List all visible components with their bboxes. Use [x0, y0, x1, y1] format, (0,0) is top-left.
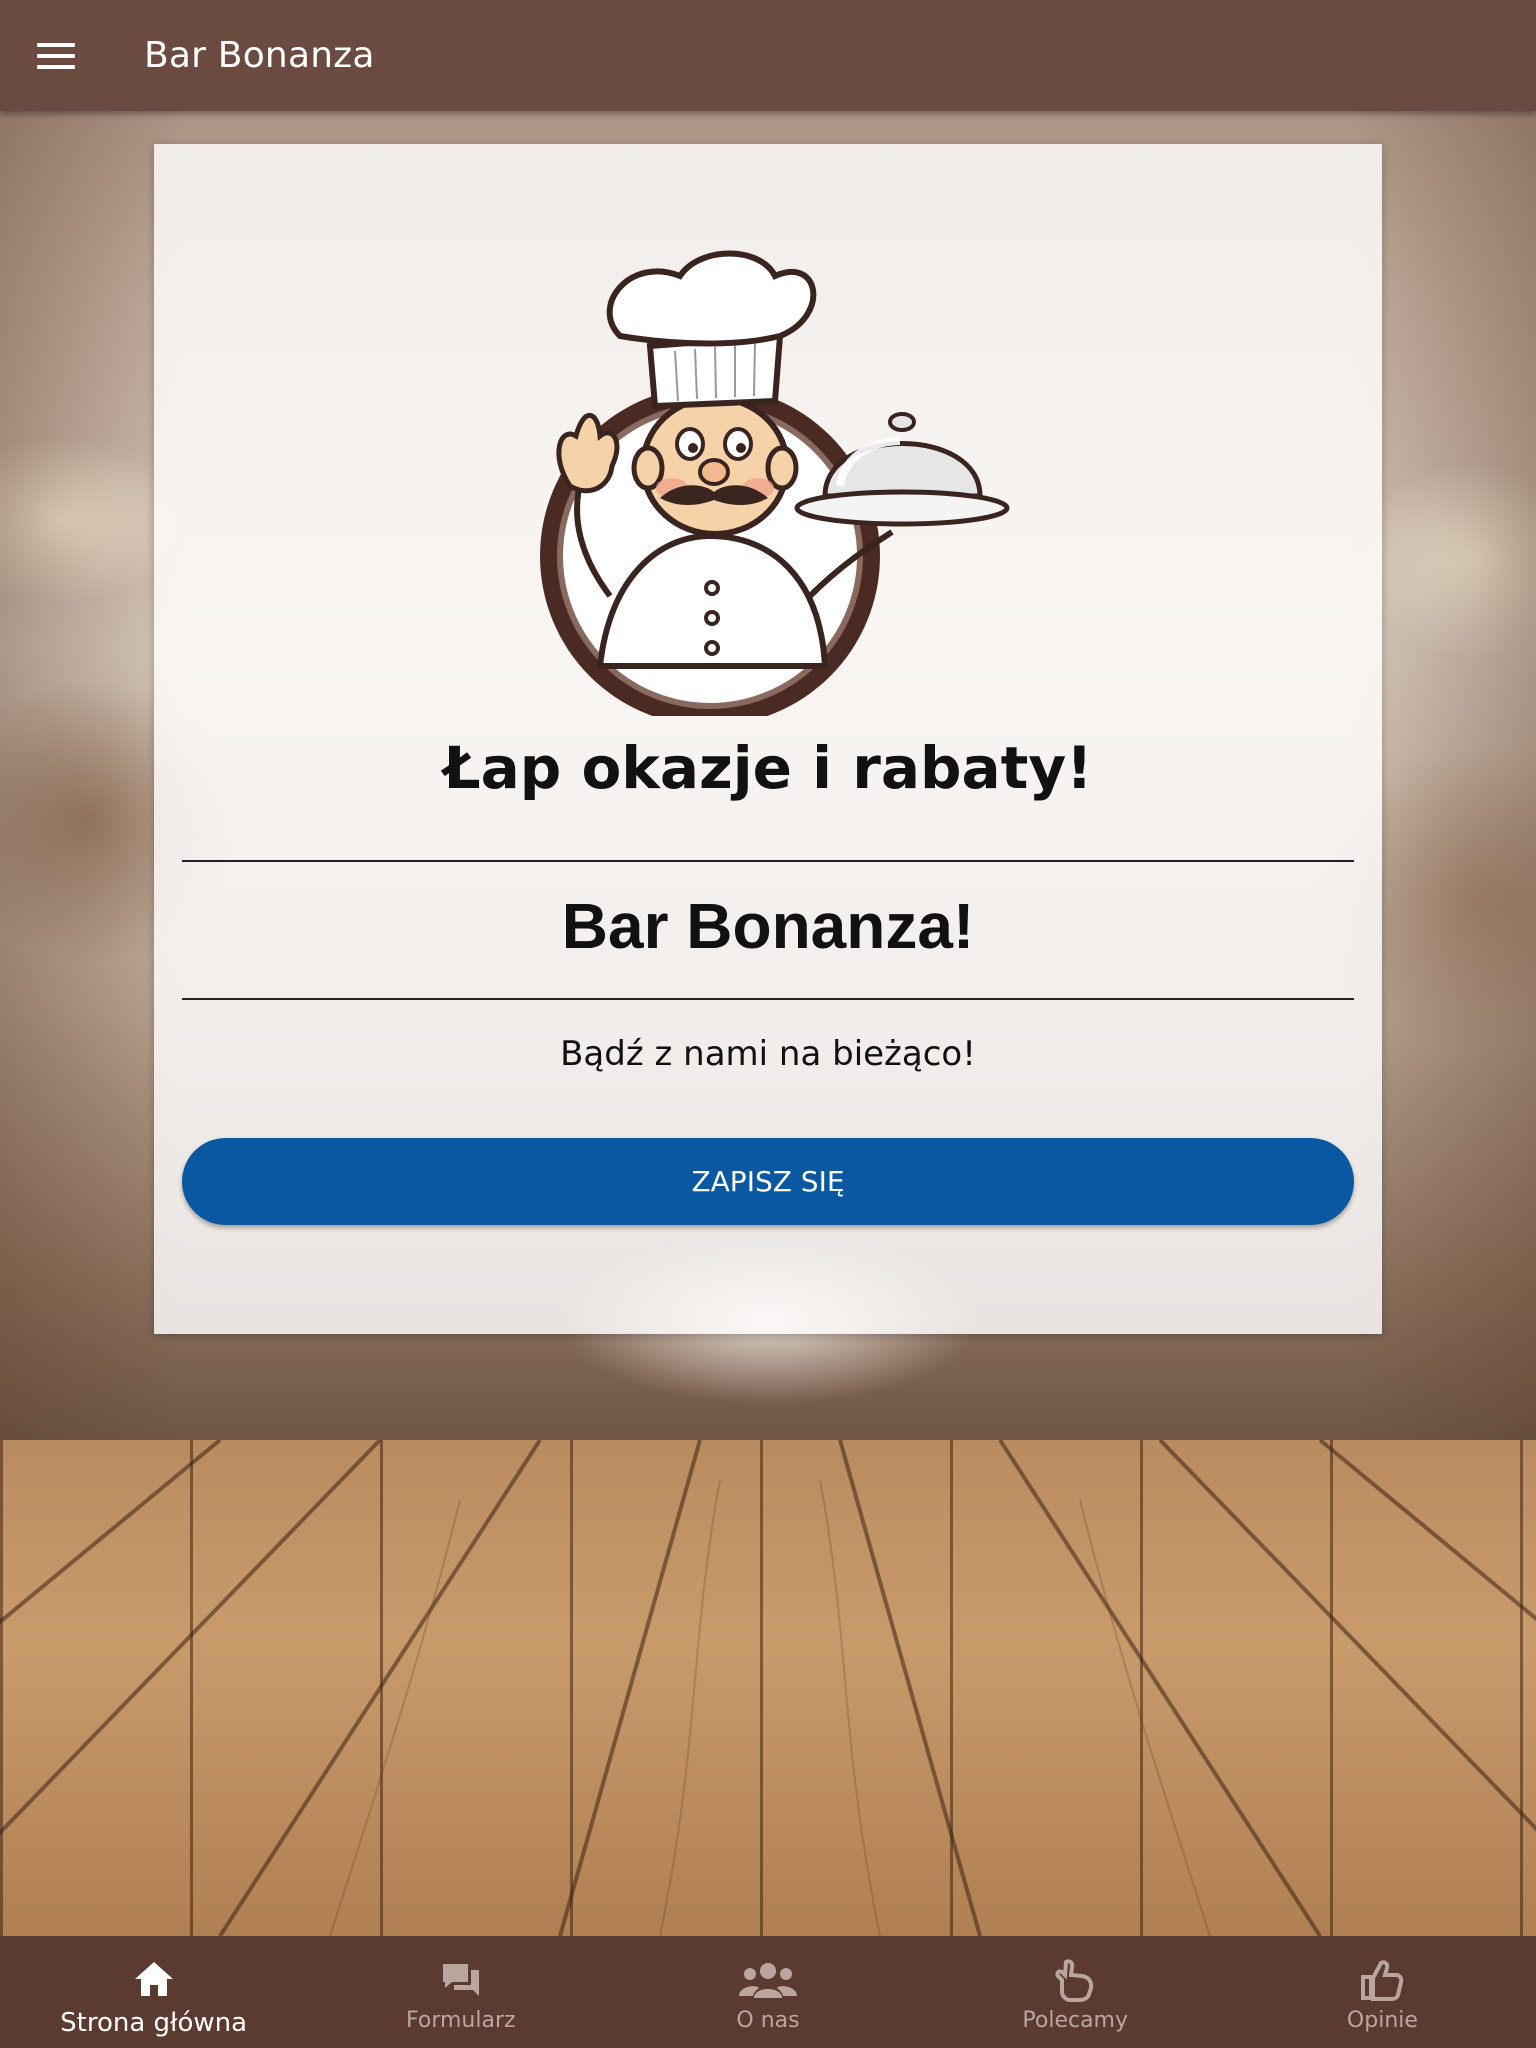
nav-label: Formularz: [406, 2008, 516, 2033]
app-title: Bar Bonanza: [144, 35, 375, 76]
home-icon: [134, 1962, 173, 1996]
nav-label: Opinie: [1346, 2008, 1418, 2033]
nav-item-reviews[interactable]: Opinie: [1229, 1936, 1536, 2048]
menu-button[interactable]: [0, 0, 111, 111]
bar-name-heading: Bar Bonanza!: [561, 890, 975, 962]
bottom-navigation: Strona główna Formularz O nas Polecamy O…: [0, 1936, 1536, 2048]
people-icon: [739, 1963, 797, 1998]
nav-label: Strona główna: [60, 2008, 248, 2038]
tagline-text: Bądź z nami na bieżąco!: [560, 1034, 976, 1074]
divider: [182, 860, 1354, 862]
nav-item-home[interactable]: Strona główna: [0, 1936, 307, 2048]
background-wooden-floor: [0, 1440, 1536, 1936]
top-app-bar: Bar Bonanza: [0, 0, 1536, 111]
thumbs-up-icon: [1361, 1960, 1404, 2001]
promo-heading: Łap okazje i rabaty!: [443, 734, 1093, 802]
nav-item-form[interactable]: Formularz: [307, 1936, 614, 2048]
chef-mascot-logo: [540, 250, 1010, 716]
nav-item-recommended[interactable]: Polecamy: [922, 1936, 1229, 2048]
pointing-hand-icon: [1055, 1959, 1094, 2002]
divider: [182, 998, 1354, 1000]
nav-label: Polecamy: [1022, 2008, 1129, 2033]
hamburger-menu-icon: [36, 42, 75, 69]
nav-label: O nas: [736, 2008, 800, 2033]
subscribe-button[interactable]: ZAPISZ SIĘ: [182, 1138, 1354, 1225]
nav-item-about[interactable]: O nas: [614, 1936, 921, 2048]
chat-bubbles-icon: [442, 1964, 479, 1996]
promo-card: Łap okazje i rabaty! Bar Bonanza! Bądź z…: [154, 144, 1382, 1334]
